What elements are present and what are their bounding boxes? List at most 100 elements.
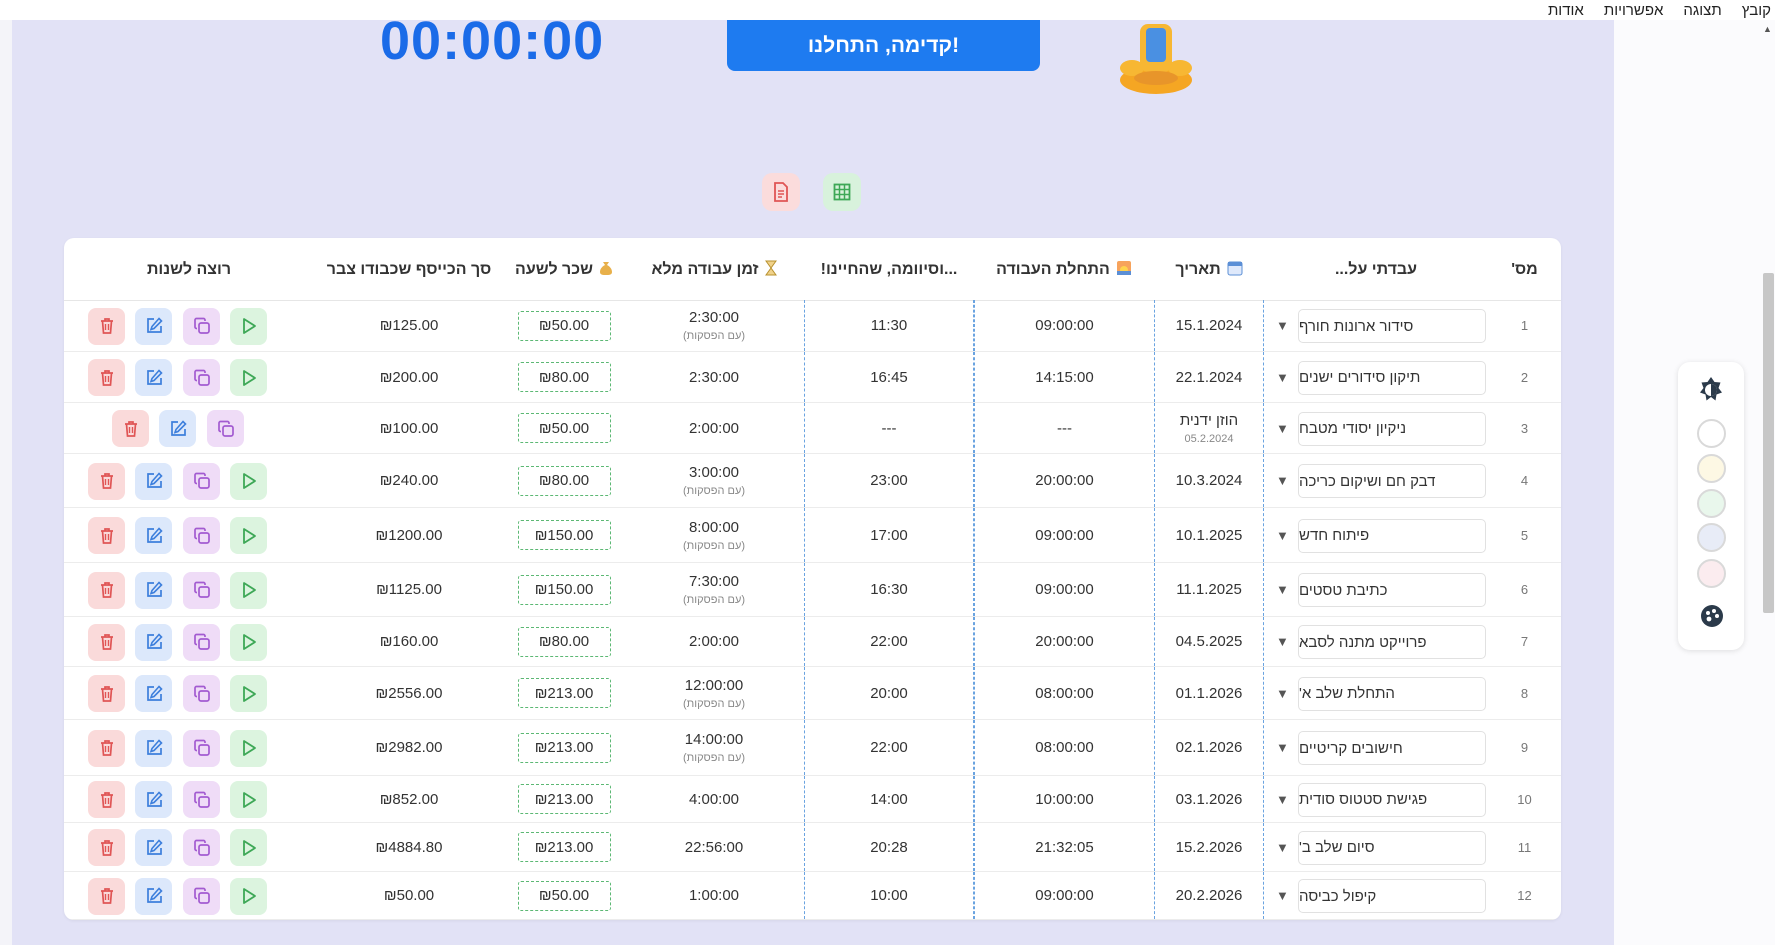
rate-value[interactable]: ₪150.00	[517, 520, 611, 550]
rate-value[interactable]: ₪213.00	[517, 784, 611, 814]
play-button[interactable]	[230, 877, 267, 915]
chevron-down-icon[interactable]: ▼	[1276, 528, 1289, 543]
edit-button[interactable]	[135, 829, 172, 866]
rate-value[interactable]: ₪50.00	[517, 310, 611, 341]
task-select[interactable]: סידור ארונות חורף	[1298, 309, 1486, 343]
task-select[interactable]: חישובים קריטיים	[1298, 731, 1486, 765]
play-button[interactable]	[230, 462, 267, 500]
start-button[interactable]: קדימה, התחלנו!	[727, 20, 1040, 71]
chevron-down-icon[interactable]: ▼	[1276, 421, 1289, 436]
chevron-down-icon[interactable]: ▼	[1276, 792, 1289, 807]
rate-value[interactable]: ₪213.00	[517, 832, 611, 862]
rate-value[interactable]: ₪80.00	[517, 465, 611, 496]
edit-button[interactable]	[135, 623, 172, 661]
rate-value[interactable]: ₪50.00	[517, 880, 611, 911]
task-select[interactable]: ניקיון יסודי מטבח	[1298, 411, 1486, 446]
delete-button[interactable]	[88, 729, 125, 767]
rate-value[interactable]: ₪213.00	[517, 732, 611, 763]
delete-button[interactable]	[88, 307, 125, 345]
chevron-down-icon[interactable]: ▼	[1276, 740, 1289, 755]
play-button[interactable]	[230, 623, 267, 661]
export-spreadsheet-button[interactable]	[823, 173, 861, 211]
edit-button[interactable]	[135, 571, 172, 609]
copy-button[interactable]	[183, 729, 220, 767]
chevron-down-icon[interactable]: ▼	[1276, 840, 1289, 855]
task-select[interactable]: כתיבת טסטים	[1298, 573, 1486, 607]
delete-button[interactable]	[88, 359, 125, 396]
delete-button[interactable]	[88, 781, 125, 818]
play-button[interactable]	[230, 359, 267, 396]
play-button[interactable]	[230, 571, 267, 609]
scrollbar-thumb[interactable]	[1763, 273, 1774, 613]
edit-button[interactable]	[135, 781, 172, 818]
play-button[interactable]	[230, 517, 267, 554]
play-button[interactable]	[230, 829, 267, 866]
edit-button[interactable]	[135, 517, 172, 554]
rate-value[interactable]: ₪50.00	[517, 413, 611, 443]
theme-swatch[interactable]	[1697, 489, 1726, 518]
task-select[interactable]: דבק חם ושיקום כריכה	[1298, 464, 1486, 498]
copy-button[interactable]	[183, 462, 220, 500]
rate-value[interactable]: ₪80.00	[517, 626, 611, 657]
copy-button[interactable]	[183, 571, 220, 609]
rate-value[interactable]: ₪80.00	[517, 362, 611, 392]
export-pdf-button[interactable]	[762, 173, 800, 211]
copy-button[interactable]	[183, 359, 220, 396]
delete-button[interactable]	[88, 517, 125, 554]
task-select[interactable]: פגישת סטטוס סודית	[1298, 782, 1486, 817]
edit-button[interactable]	[135, 307, 172, 345]
delete-button[interactable]	[88, 571, 125, 609]
edit-button[interactable]	[135, 359, 172, 396]
chevron-down-icon[interactable]: ▼	[1276, 370, 1289, 385]
menu-item[interactable]: אפשרויות	[1604, 2, 1664, 19]
theme-swatch[interactable]	[1697, 523, 1726, 552]
scroll-up-icon[interactable]: ▲	[1763, 24, 1772, 34]
task-select[interactable]: פרוייקט מתנה לסבא	[1298, 625, 1486, 659]
theme-swatch[interactable]	[1697, 454, 1726, 483]
play-button[interactable]	[230, 729, 267, 767]
task-select[interactable]: התחלת שלב א'	[1298, 676, 1486, 711]
delete-button[interactable]	[112, 410, 149, 447]
play-button[interactable]	[230, 781, 267, 818]
theme-swatch[interactable]	[1697, 419, 1726, 448]
delete-button[interactable]	[88, 675, 125, 712]
chevron-down-icon[interactable]: ▼	[1276, 473, 1289, 488]
chevron-down-icon[interactable]: ▼	[1276, 582, 1289, 597]
copy-button[interactable]	[207, 410, 244, 447]
copy-button[interactable]	[183, 307, 220, 345]
edit-button[interactable]	[135, 729, 172, 767]
menu-item[interactable]: תצוגה	[1683, 2, 1721, 19]
theme-swatch[interactable]	[1697, 559, 1726, 588]
copy-button[interactable]	[183, 623, 220, 661]
edit-button[interactable]	[159, 410, 196, 447]
task-select[interactable]: תיקון סידורים ישנים	[1298, 360, 1486, 395]
copy-button[interactable]	[183, 829, 220, 866]
delete-button[interactable]	[88, 462, 125, 500]
menu-item[interactable]: קובץ	[1742, 2, 1771, 19]
delete-button[interactable]	[88, 623, 125, 661]
rate-value[interactable]: ₪150.00	[517, 574, 611, 605]
copy-button[interactable]	[183, 517, 220, 554]
task-select[interactable]: קיפול כביסה	[1298, 879, 1486, 913]
total-cell: ₪1125.00	[376, 581, 442, 598]
task-select[interactable]: פיתוח חדש	[1298, 518, 1486, 553]
play-button[interactable]	[230, 307, 267, 345]
delete-button[interactable]	[88, 829, 125, 866]
chevron-down-icon[interactable]: ▼	[1276, 888, 1289, 903]
play-button[interactable]	[230, 675, 267, 712]
edit-button[interactable]	[135, 462, 172, 500]
copy-button[interactable]	[183, 877, 220, 915]
rate-value[interactable]: ₪213.00	[517, 678, 611, 708]
brightness-icon[interactable]	[1697, 376, 1725, 409]
palette-icon[interactable]	[1700, 604, 1724, 633]
menu-item[interactable]: אודות	[1548, 2, 1584, 19]
edit-button[interactable]	[135, 675, 172, 712]
copy-button[interactable]	[183, 781, 220, 818]
chevron-down-icon[interactable]: ▼	[1276, 686, 1289, 701]
task-select[interactable]: סיום שלב ב'	[1298, 830, 1486, 865]
edit-button[interactable]	[135, 877, 172, 915]
copy-button[interactable]	[183, 675, 220, 712]
chevron-down-icon[interactable]: ▼	[1276, 318, 1289, 333]
chevron-down-icon[interactable]: ▼	[1276, 634, 1289, 649]
delete-button[interactable]	[88, 877, 125, 915]
